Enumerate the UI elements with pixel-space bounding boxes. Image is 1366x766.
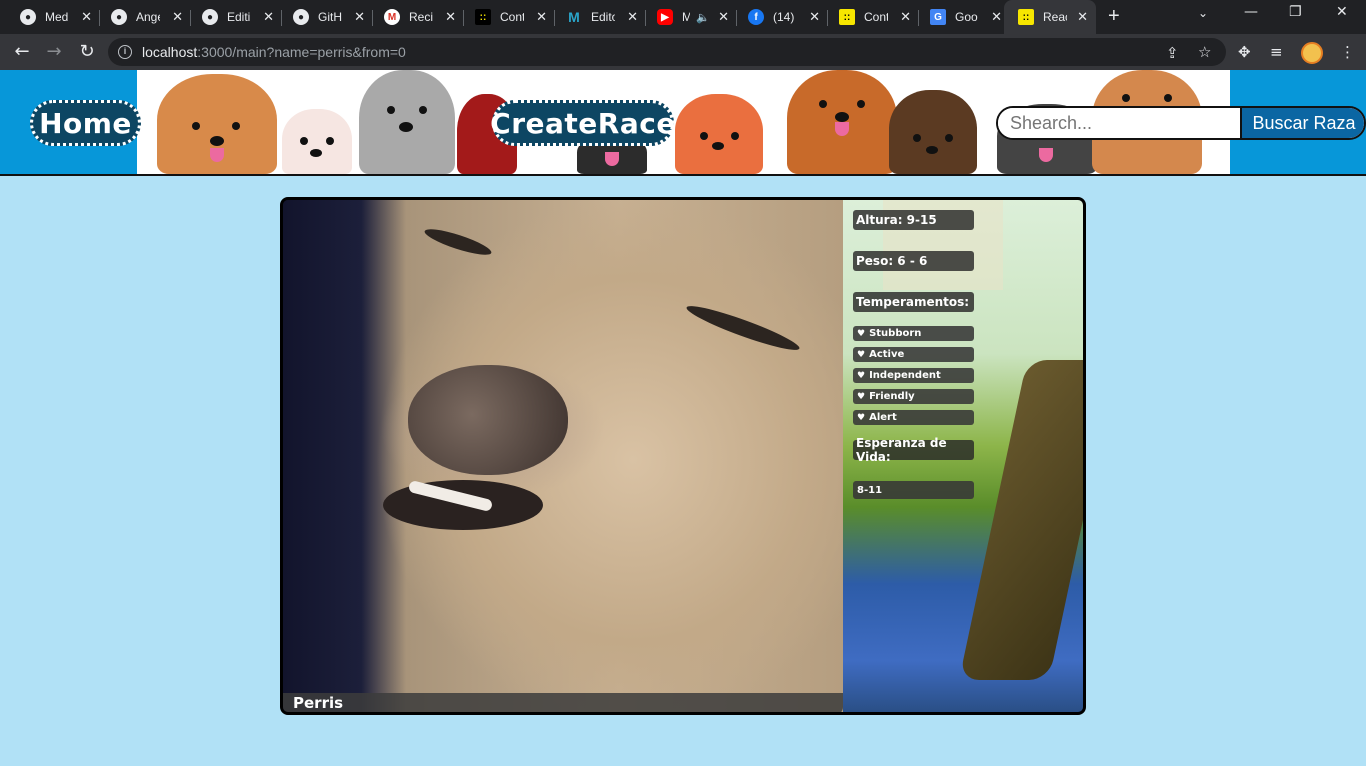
address-bar[interactable]: i localhost:3000/main?name=perris&from=0…	[108, 38, 1226, 66]
page-header: Home CreateRace Buscar Raza	[0, 70, 1366, 176]
browser-tab[interactable]: M Recib ✕	[364, 0, 464, 34]
github-icon: ●	[111, 9, 127, 25]
temperament-label: Stubborn	[869, 328, 922, 339]
temperament-item: ♥ Stubborn	[853, 326, 974, 341]
heart-icon: ♥	[857, 370, 866, 381]
close-tab-icon[interactable]: ✕	[1077, 9, 1088, 25]
temperament-label: Active	[869, 349, 905, 360]
browser-tab[interactable]: f (14) ✕	[728, 0, 828, 34]
tab-title: Edito	[591, 10, 615, 24]
new-tab-plus-icon[interactable]: +	[1108, 5, 1120, 28]
tab-title: Cont	[500, 10, 524, 24]
share-icon[interactable]: ⇪	[1166, 44, 1179, 62]
tab-title: (14)	[773, 10, 795, 24]
forward-arrow-icon[interactable]: →	[42, 41, 66, 63]
create-race-link[interactable]: CreateRace	[490, 100, 675, 146]
temperaments-heading: Temperamentos:	[853, 292, 974, 312]
dog-photo	[283, 200, 843, 712]
dog-illustration	[157, 74, 277, 174]
media-queue-icon[interactable]: ≡	[1270, 43, 1283, 61]
close-window-icon[interactable]: ✕	[1336, 4, 1348, 20]
bulletin-icon: ::	[1018, 9, 1034, 25]
browser-tab[interactable]: ● Editin ✕	[182, 0, 282, 34]
back-arrow-icon[interactable]: ←	[10, 41, 34, 63]
tab-title: Goo	[955, 10, 978, 24]
browser-tab[interactable]: ● Ange ✕	[91, 0, 191, 34]
life-span-heading: Esperanza de Vida:	[853, 436, 974, 464]
youtube-icon: ▶	[657, 9, 673, 25]
dog-name-bar: Perris	[283, 693, 843, 712]
site-info-icon[interactable]: i	[118, 45, 132, 59]
medium-icon: M	[568, 9, 580, 25]
home-link[interactable]: Home	[30, 100, 141, 146]
browser-tab[interactable]: ● Medi ✕	[0, 0, 100, 34]
browser-tab[interactable]: G Goo ✕	[910, 0, 1010, 34]
facebook-icon: f	[748, 9, 764, 25]
dog-illustration	[889, 90, 977, 174]
temperament-label: Friendly	[869, 391, 915, 402]
minimize-icon[interactable]: —	[1244, 4, 1258, 20]
search-bar: Buscar Raza	[996, 106, 1366, 140]
browser-tab[interactable]: :: Cont ✕	[819, 0, 919, 34]
bulletin-icon: ::	[475, 9, 491, 25]
height-stat: Altura: 9-15	[853, 210, 974, 230]
dog-name: Perris	[293, 694, 344, 712]
url-host: localhost	[142, 44, 198, 60]
dog-illustration	[359, 70, 455, 174]
dog-detail-card: Altura: 9-15 Peso: 6 - 6 Temperamentos: …	[280, 197, 1086, 715]
weight-stat: Peso: 6 - 6	[853, 251, 974, 271]
tab-title: Recib	[409, 10, 433, 24]
close-tab-icon[interactable]: ✕	[991, 9, 1002, 25]
speaker-icon[interactable]: 🔈	[696, 11, 710, 24]
github-icon: ●	[20, 9, 36, 25]
url-text[interactable]: localhost:3000/main?name=perris&from=0	[142, 44, 406, 60]
browser-tab-strip: ● Medi ✕ ● Ange ✕ ● Editin ✕ ● GitHu ✕ M…	[0, 0, 1366, 34]
heart-icon: ♥	[857, 412, 866, 423]
browser-tab[interactable]: ▶ M 🔈 ✕	[637, 0, 737, 34]
browser-tab[interactable]: M Edito ✕	[546, 0, 646, 34]
temperament-item: ♥ Alert	[853, 410, 974, 425]
heart-icon: ♥	[857, 391, 866, 402]
tab-title: GitHu	[318, 10, 342, 24]
search-button[interactable]: Buscar Raza	[1240, 108, 1364, 138]
tab-title: M	[682, 10, 690, 24]
more-menu-icon[interactable]: ⋮	[1340, 43, 1355, 61]
heart-icon: ♥	[857, 349, 866, 360]
search-input[interactable]	[998, 108, 1240, 138]
url-path: :3000/main?name=perris&from=0	[197, 44, 406, 60]
tab-title: Medi	[45, 10, 69, 24]
temperament-label: Independent	[869, 370, 941, 381]
google-translate-icon: G	[930, 9, 946, 25]
dog-illustration	[282, 109, 352, 174]
browser-tab-active[interactable]: :: Reac ✕	[1004, 0, 1096, 34]
heart-icon: ♥	[857, 328, 866, 339]
tab-title: Ange	[136, 10, 160, 24]
temperament-item: ♥ Friendly	[853, 389, 974, 404]
tab-title: Reac	[1043, 10, 1067, 24]
bookmark-star-icon[interactable]: ☆	[1198, 43, 1211, 61]
tab-title: Cont	[864, 10, 888, 24]
temperament-item: ♥ Active	[853, 347, 974, 362]
github-icon: ●	[202, 9, 218, 25]
temperament-label: Alert	[869, 412, 897, 423]
life-span-value: 8-11	[853, 481, 974, 499]
bulletin-icon: ::	[839, 9, 855, 25]
browser-tab[interactable]: ● GitHu ✕	[273, 0, 373, 34]
dog-illustration	[675, 94, 763, 174]
tab-title: Editin	[227, 10, 251, 24]
dog-illustration	[787, 70, 897, 174]
extensions-puzzle-icon[interactable]: ✥	[1238, 43, 1251, 61]
tab-search-chevron-icon[interactable]: ⌄	[1198, 6, 1208, 20]
browser-tab[interactable]: :: Cont ✕	[455, 0, 555, 34]
github-icon: ●	[293, 9, 309, 25]
browser-toolbar: ← → ↻ i localhost:3000/main?name=perris&…	[0, 34, 1366, 70]
profile-avatar[interactable]	[1301, 42, 1323, 64]
restore-icon[interactable]: ❐	[1289, 4, 1302, 20]
temperament-item: ♥ Independent	[853, 368, 974, 383]
reload-icon[interactable]: ↻	[75, 41, 99, 63]
gmail-icon: M	[384, 9, 400, 25]
